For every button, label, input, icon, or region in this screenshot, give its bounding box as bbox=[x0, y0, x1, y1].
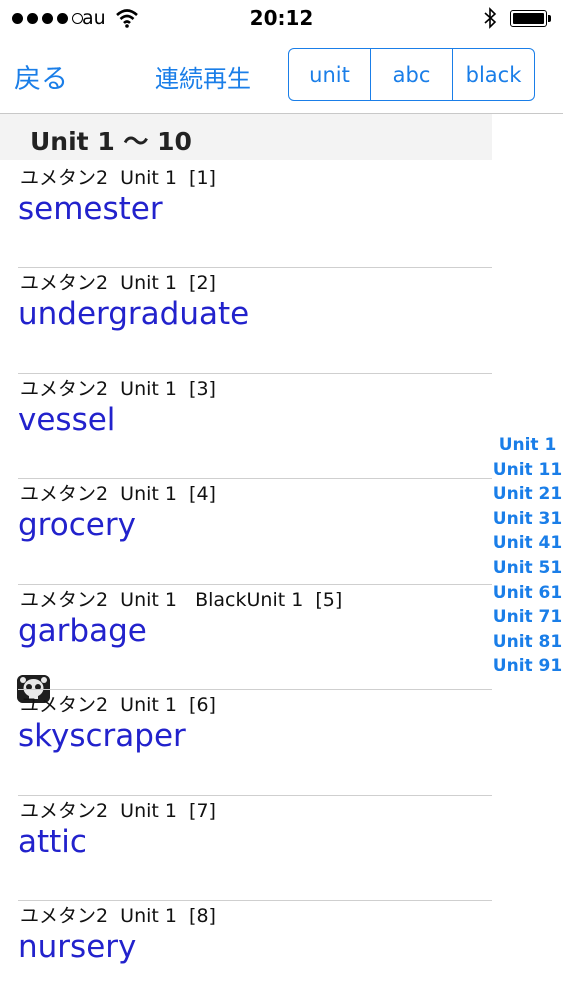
index-item[interactable]: Unit 51 bbox=[492, 556, 563, 581]
list-item[interactable]: ユメタン2 Unit 1 BlackUnit 1 [5] garbage bbox=[0, 585, 492, 703]
sort-segmented-control: unit abc black bbox=[288, 48, 535, 101]
index-item[interactable]: Unit 81 bbox=[492, 630, 563, 655]
segment-unit[interactable]: unit bbox=[289, 49, 371, 100]
entry-meta: ユメタン2 Unit 1 [4] bbox=[20, 483, 216, 505]
entry-meta: ユメタン2 Unit 1 [6] bbox=[20, 694, 216, 716]
section-title: Unit 1 〜 10 bbox=[30, 127, 192, 156]
entry-word: semester bbox=[18, 191, 163, 227]
section-header: Unit 1 〜 10 bbox=[0, 114, 492, 160]
index-item[interactable]: Unit 31 bbox=[492, 507, 563, 532]
status-bar: au 20:12 bbox=[0, 0, 563, 38]
entry-word: nursery bbox=[18, 929, 137, 965]
index-item[interactable]: Unit 91 bbox=[492, 654, 563, 679]
entry-meta: ユメタン2 Unit 1 [2] bbox=[20, 272, 216, 294]
navigation-bar: 戻る 連続再生 unit abc black bbox=[0, 38, 563, 114]
entry-word: garbage bbox=[18, 613, 147, 649]
index-item[interactable]: Unit 61 bbox=[492, 581, 563, 606]
entry-word: attic bbox=[18, 824, 87, 860]
list-item[interactable]: ユメタン2 Unit 1 [1] semester bbox=[0, 163, 492, 268]
entry-meta: ユメタン2 Unit 1 BlackUnit 1 [5] bbox=[20, 589, 343, 611]
bluetooth-icon bbox=[484, 7, 497, 29]
index-item[interactable]: Unit 1 bbox=[492, 433, 563, 458]
index-item[interactable]: Unit 11 bbox=[492, 458, 563, 483]
index-item[interactable]: Unit 71 bbox=[492, 605, 563, 630]
entry-word: skyscraper bbox=[18, 718, 186, 754]
entry-word: grocery bbox=[18, 507, 136, 543]
continuous-play-button[interactable]: 連続再生 bbox=[155, 59, 251, 94]
section-index[interactable]: Unit 1 Unit 11 Unit 21 Unit 31 Unit 41 U… bbox=[492, 433, 563, 679]
index-item[interactable]: Unit 21 bbox=[492, 482, 563, 507]
segment-black[interactable]: black bbox=[453, 49, 534, 100]
battery-cap bbox=[548, 15, 551, 22]
index-item[interactable]: Unit 41 bbox=[492, 531, 563, 556]
entry-word: vessel bbox=[18, 402, 116, 438]
list-item[interactable]: ユメタン2 Unit 1 [2] undergraduate bbox=[0, 268, 492, 374]
battery-icon bbox=[510, 10, 547, 27]
list-item[interactable]: ユメタン2 Unit 1 [7] attic bbox=[0, 796, 492, 901]
entry-meta: ユメタン2 Unit 1 [8] bbox=[20, 905, 216, 927]
list-item[interactable]: ユメタン2 Unit 1 [6] skyscraper bbox=[0, 690, 492, 796]
list-item[interactable]: ユメタン2 Unit 1 [8] nursery bbox=[0, 901, 492, 1000]
list-item[interactable]: ユメタン2 Unit 1 [3] vessel bbox=[0, 374, 492, 479]
list-item[interactable]: ユメタン2 Unit 1 [4] grocery bbox=[0, 479, 492, 585]
entry-meta: ユメタン2 Unit 1 [7] bbox=[20, 800, 216, 822]
entry-meta: ユメタン2 Unit 1 [3] bbox=[20, 378, 216, 400]
entry-meta: ユメタン2 Unit 1 [1] bbox=[20, 167, 216, 189]
status-time: 20:12 bbox=[249, 6, 314, 30]
back-button[interactable]: 戻る bbox=[14, 57, 68, 96]
entry-word: undergraduate bbox=[18, 296, 250, 332]
segment-abc[interactable]: abc bbox=[371, 49, 453, 100]
